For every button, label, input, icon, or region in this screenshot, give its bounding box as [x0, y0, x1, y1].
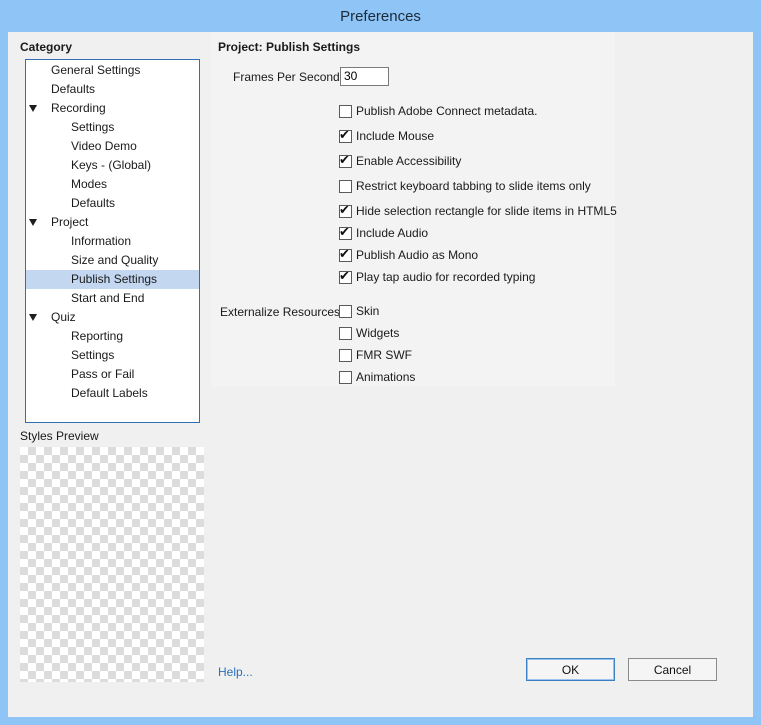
- checkbox-label: Skin: [356, 304, 380, 318]
- dialog-body: Category General Settings Defaults Recordi…: [8, 32, 753, 717]
- checkbox-label: Include Mouse: [356, 129, 435, 143]
- tree-item-label: Information: [71, 234, 132, 248]
- tree-item[interactable]: Defaults: [26, 80, 199, 99]
- checkbox-row[interactable]: ✔ Publish Audio as Mono: [339, 246, 478, 264]
- checkmark-icon: ✔: [339, 201, 350, 217]
- tree-item-label: Settings: [71, 120, 115, 134]
- checkbox[interactable]: ✔: [339, 126, 352, 143]
- checkmark-icon: ✔: [339, 223, 350, 239]
- checkbox-label: Enable Accessibility: [356, 154, 462, 168]
- tree-item[interactable]: Modes: [26, 175, 199, 194]
- triangle-down-icon[interactable]: [29, 314, 37, 321]
- checkbox-row[interactable]: ✔ Enable Accessibility: [339, 152, 461, 170]
- checkbox-row[interactable]: ✔ Play tap audio for recorded typing: [339, 268, 535, 286]
- tree-item-label: Size and Quality: [71, 253, 159, 267]
- checkbox[interactable]: [339, 179, 352, 193]
- tree-item-label: General Settings: [51, 63, 141, 77]
- tree-item-label: Defaults: [51, 82, 96, 96]
- tree-item-label: Video Demo: [71, 139, 137, 153]
- checkbox-row[interactable]: ✔ Hide selection rectangle for slide item…: [339, 202, 617, 220]
- title-bar[interactable]: Preferences: [0, 0, 761, 32]
- tree-item[interactable]: Reporting: [26, 327, 199, 346]
- tree-item-label: Project: [51, 215, 89, 229]
- tree-item[interactable]: Pass or Fail: [26, 365, 199, 384]
- tree-item-label: Publish Settings: [71, 272, 158, 286]
- tree-item-label: Modes: [71, 177, 108, 191]
- fps-input[interactable]: [340, 67, 389, 86]
- settings-panel: Project: Publish Settings Frames Per Sec…: [211, 32, 617, 387]
- externalize-label: Externalize Resources:: [220, 305, 344, 319]
- checkbox[interactable]: [339, 348, 352, 362]
- checkbox-row[interactable]: Animations: [339, 368, 415, 386]
- checkbox-label: Play tap audio for recorded typing: [356, 270, 536, 284]
- tree-item[interactable]: Project: [26, 213, 199, 232]
- tree-item-label: Recording: [51, 101, 106, 115]
- checkbox-label: Widgets: [356, 326, 400, 340]
- checkmark-icon: ✔: [339, 151, 350, 167]
- checkbox-label: Publish Adobe Connect metadata.: [356, 104, 538, 118]
- tree-item[interactable]: Video Demo: [26, 137, 199, 156]
- tree-item[interactable]: Start and End: [26, 289, 199, 308]
- checkbox[interactable]: ✔: [339, 245, 352, 262]
- checkbox[interactable]: ✔: [339, 151, 352, 168]
- window-title: Preferences: [340, 7, 421, 25]
- tree-item[interactable]: Quiz: [26, 308, 199, 327]
- checkbox[interactable]: [339, 326, 352, 340]
- tree-item[interactable]: Publish Settings: [26, 270, 199, 289]
- checkbox[interactable]: [339, 304, 352, 318]
- checkbox-row[interactable]: Widgets: [339, 324, 399, 342]
- checkbox-row[interactable]: Skin: [339, 302, 379, 320]
- checkbox[interactable]: [339, 104, 352, 118]
- category-header: Category: [20, 40, 73, 54]
- tree-item[interactable]: Default Labels: [26, 384, 199, 403]
- checkbox-row[interactable]: ✔ Include Audio: [339, 224, 428, 242]
- ok-button[interactable]: OK: [526, 658, 615, 681]
- panel-title: Project: Publish Settings: [218, 40, 361, 54]
- tree-item-label: Quiz: [51, 310, 76, 324]
- checkbox-label: Include Audio: [356, 226, 429, 240]
- checkmark-icon: ✔: [339, 126, 350, 142]
- checkbox-label: FMR SWF: [356, 348, 412, 362]
- triangle-down-icon[interactable]: [29, 219, 37, 226]
- styles-preview-canvas: [20, 447, 204, 682]
- cancel-button[interactable]: Cancel: [628, 658, 717, 681]
- tree-item-label: Pass or Fail: [71, 367, 135, 381]
- tree-item-label: Settings: [71, 348, 115, 362]
- checkbox-row[interactable]: Publish Adobe Connect metadata.: [339, 102, 537, 120]
- tree-item-label: Defaults: [71, 196, 116, 210]
- tree-item-label: Start and End: [71, 291, 145, 305]
- fps-label: Frames Per Second:: [233, 70, 344, 84]
- category-tree[interactable]: General Settings Defaults Recording Setting…: [25, 59, 200, 423]
- tree-item[interactable]: Keys - (Global): [26, 156, 199, 175]
- checkbox-row[interactable]: ✔ Include Mouse: [339, 127, 434, 145]
- checkbox-row[interactable]: FMR SWF: [339, 346, 412, 364]
- tree-item-label: Keys - (Global): [71, 158, 152, 172]
- tree-item[interactable]: Size and Quality: [26, 251, 199, 270]
- tree-item[interactable]: Settings: [26, 118, 199, 137]
- checkbox[interactable]: [339, 370, 352, 384]
- checkbox-label: Publish Audio as Mono: [356, 248, 479, 262]
- checkbox[interactable]: ✔: [339, 201, 352, 218]
- tree-item[interactable]: Recording: [26, 99, 199, 118]
- help-link[interactable]: Help...: [218, 665, 253, 679]
- tree-item-label: Default Labels: [71, 386, 148, 400]
- checkbox[interactable]: ✔: [339, 267, 352, 284]
- checkmark-icon: ✔: [339, 267, 350, 283]
- styles-preview-header: Styles Preview: [20, 429, 99, 443]
- checkbox-label: Restrict keyboard tabbing to slide items…: [356, 179, 591, 193]
- checkbox-row[interactable]: Restrict keyboard tabbing to slide items…: [339, 177, 591, 195]
- tree-item[interactable]: General Settings: [26, 61, 199, 80]
- checkbox-label: Animations: [356, 370, 416, 384]
- tree-item[interactable]: Settings: [26, 346, 199, 365]
- tree-item[interactable]: Defaults: [26, 194, 199, 213]
- checkmark-icon: ✔: [339, 245, 350, 261]
- tree-item-label: Reporting: [71, 329, 124, 343]
- checkbox-label: Hide selection rectangle for slide items…: [356, 204, 617, 218]
- triangle-down-icon[interactable]: [29, 105, 37, 112]
- checkbox[interactable]: ✔: [339, 223, 352, 240]
- tree-item[interactable]: Information: [26, 232, 199, 251]
